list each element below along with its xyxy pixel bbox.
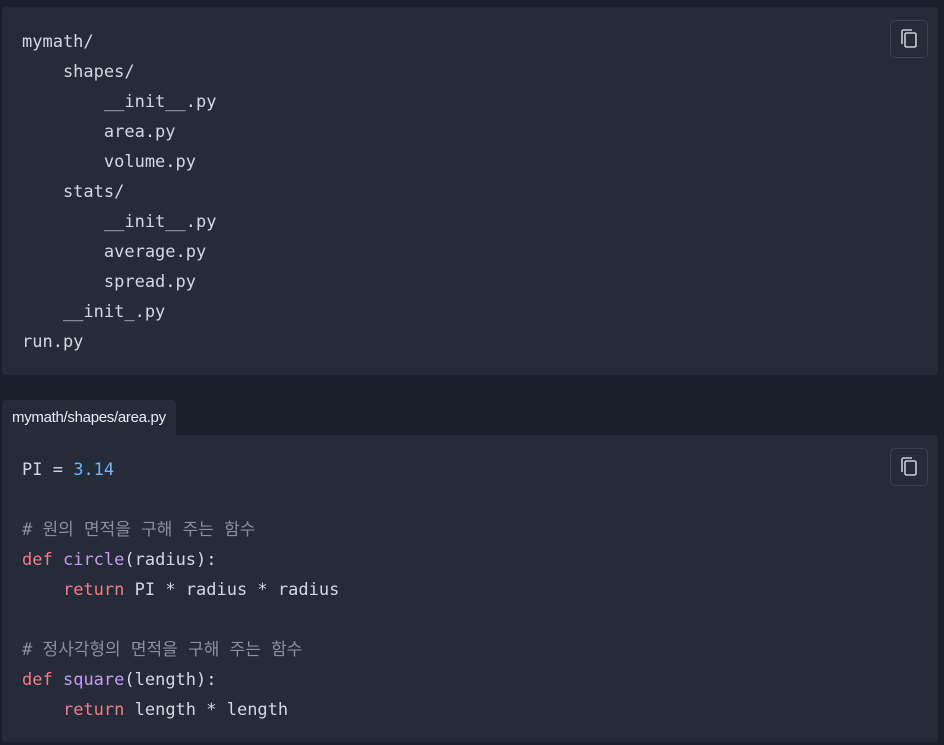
code-line: def circle(radius): [22, 545, 339, 575]
code-line: stats/ [22, 182, 125, 202]
keyword: def [22, 550, 53, 570]
copy-icon [901, 29, 917, 48]
tree-code-block: mymath/ shapes/ __init__.py area.py volu… [2, 7, 938, 375]
code-line: mymath/ [22, 32, 94, 52]
copy-button[interactable] [890, 448, 928, 486]
code-line: volume.py [22, 152, 196, 172]
code-line: area.py [22, 122, 176, 142]
params: (length): [124, 670, 217, 690]
code-line: return PI * radius * radius [22, 575, 339, 605]
copy-icon [901, 457, 917, 476]
function-name: circle [62, 550, 125, 570]
code-line: spread.py [22, 272, 196, 292]
expression: length * length [124, 700, 289, 720]
tree-code-body: mymath/ shapes/ __init__.py area.py volu… [22, 27, 216, 357]
keyword: def [22, 670, 53, 690]
code-line: run.py [22, 332, 84, 352]
function-name: square [62, 670, 125, 690]
keyword: return [62, 700, 125, 720]
comment-line: # 정사각형의 면적을 구해 주는 함수 [22, 640, 303, 660]
operator: = [42, 460, 74, 480]
area-code-body: PI = 3.14 # 원의 면적을 구해 주는 함수 def circle(rad… [22, 455, 339, 725]
code-line: average.py [22, 242, 207, 262]
code-line: return length * length [22, 695, 339, 725]
code-line: PI = 3.14 [22, 455, 339, 485]
number-literal: 3.14 [73, 460, 115, 480]
code-line: __init__.py [22, 212, 217, 232]
params: (radius): [124, 550, 217, 570]
area-code-block: PI = 3.14 # 원의 면적을 구해 주는 함수 def circle(rad… [2, 435, 938, 742]
keyword: return [62, 580, 125, 600]
expression: PI * radius * radius [124, 580, 340, 600]
file-tab[interactable]: mymath/shapes/area.py [2, 400, 176, 435]
identifier: PI [22, 460, 43, 480]
comment-line: # 원의 면적을 구해 주는 함수 [22, 520, 256, 540]
code-line: def square(length): [22, 665, 339, 695]
code-line: shapes/ [22, 62, 135, 82]
code-line: __init__.py [22, 92, 217, 112]
copy-button[interactable] [890, 20, 928, 58]
code-line: __init_.py [22, 302, 166, 322]
